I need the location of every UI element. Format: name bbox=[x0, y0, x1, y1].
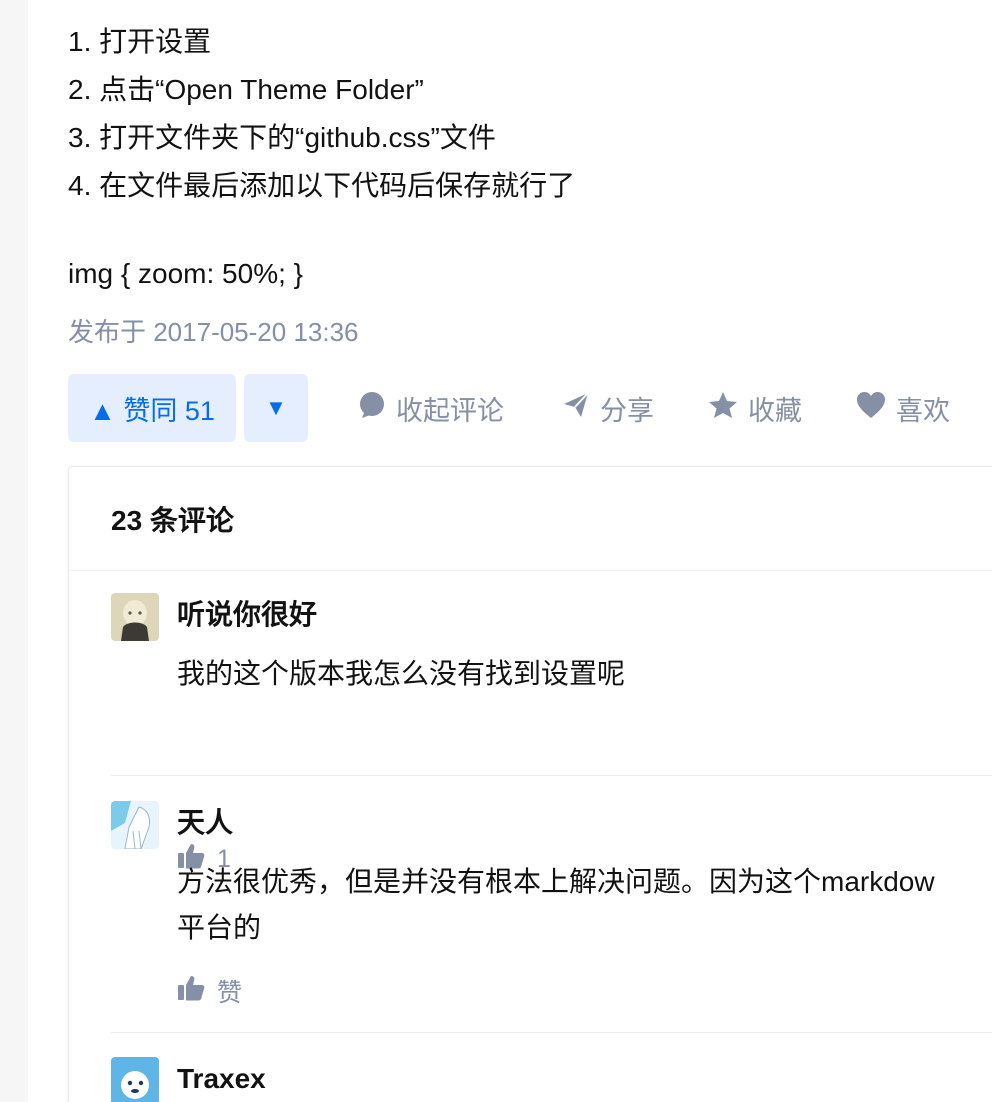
thumbs-up-icon bbox=[177, 975, 205, 1008]
comment-bubble-icon bbox=[358, 391, 386, 426]
avatar[interactable] bbox=[111, 593, 159, 641]
comment-author[interactable]: 听说你很好 bbox=[177, 595, 317, 635]
vote-up-label: ▲ 赞同 51 bbox=[89, 395, 215, 426]
step-2: 2. 点击“Open Theme Folder” bbox=[68, 74, 424, 105]
step-3: 3. 打开文件夹下的“github.css”文件 bbox=[68, 122, 496, 153]
comment-item: 天人 方法很优秀，但是并没有根本上解决问题。因为这个markdow 平台的 赞 bbox=[111, 801, 992, 1031]
step-4: 4. 在文件最后添加以下代码后保存就行了 bbox=[68, 170, 576, 201]
comment-text-line-1: 方法很优秀，但是并没有根本上解决问题。因为这个markdow bbox=[177, 866, 935, 897]
collapse-comments-button[interactable]: 收起评论 bbox=[358, 374, 504, 442]
step-list: 1. 打开设置 2. 点击“Open Theme Folder” 3. 打开文件… bbox=[68, 18, 575, 210]
comments-panel: 23 条评论 听说你很好 我的这个版本我怎么没有找到设置呢 1 天人 方法很优秀… bbox=[68, 466, 992, 1102]
avatar[interactable] bbox=[111, 801, 159, 849]
comment-like-button[interactable]: 赞 bbox=[177, 973, 242, 1009]
comment-divider bbox=[111, 775, 992, 776]
vote-up-button[interactable]: ▲ 赞同 51 bbox=[68, 374, 236, 442]
like-button[interactable]: 喜欢 bbox=[856, 374, 950, 442]
action-bar: ▲ 赞同 51 ▼ 收起评论 分享 收藏 喜欢 bbox=[68, 374, 992, 442]
heart-icon bbox=[856, 391, 886, 426]
share-label: 分享 bbox=[600, 395, 654, 426]
vote-down-button[interactable]: ▼ bbox=[244, 374, 308, 442]
answer-card: 1. 打开设置 2. 点击“Open Theme Folder” 3. 打开文件… bbox=[28, 0, 992, 1102]
comment-item: Traxex bbox=[111, 1057, 992, 1102]
comment-text: 我的这个版本我怎么没有找到设置呢 bbox=[177, 658, 626, 689]
publish-time: 发布于 2017-05-20 13:36 bbox=[68, 317, 359, 347]
comment-text-line-2: 平台的 bbox=[177, 912, 262, 943]
share-button[interactable]: 分享 bbox=[562, 374, 654, 442]
comment-author[interactable]: 天人 bbox=[177, 803, 233, 843]
paper-plane-icon bbox=[562, 391, 590, 426]
comments-header: 23 条评论 bbox=[69, 467, 992, 571]
star-icon bbox=[708, 391, 738, 426]
comment-author[interactable]: Traxex bbox=[177, 1059, 266, 1099]
like-label: 喜欢 bbox=[896, 395, 950, 426]
avatar[interactable] bbox=[111, 1057, 159, 1102]
step-1: 1. 打开设置 bbox=[68, 26, 212, 57]
collect-button[interactable]: 收藏 bbox=[708, 374, 802, 442]
comment-item: 听说你很好 我的这个版本我怎么没有找到设置呢 1 bbox=[111, 593, 992, 873]
vote-down-icon: ▼ bbox=[265, 395, 287, 420]
code-snippet: img { zoom: 50%; } bbox=[68, 258, 304, 289]
collect-label: 收藏 bbox=[748, 395, 802, 426]
collapse-comments-label: 收起评论 bbox=[396, 395, 504, 426]
comments-count: 23 条评论 bbox=[111, 504, 234, 536]
comment-like-label: 赞 bbox=[217, 979, 243, 1007]
comment-divider bbox=[111, 1032, 992, 1033]
